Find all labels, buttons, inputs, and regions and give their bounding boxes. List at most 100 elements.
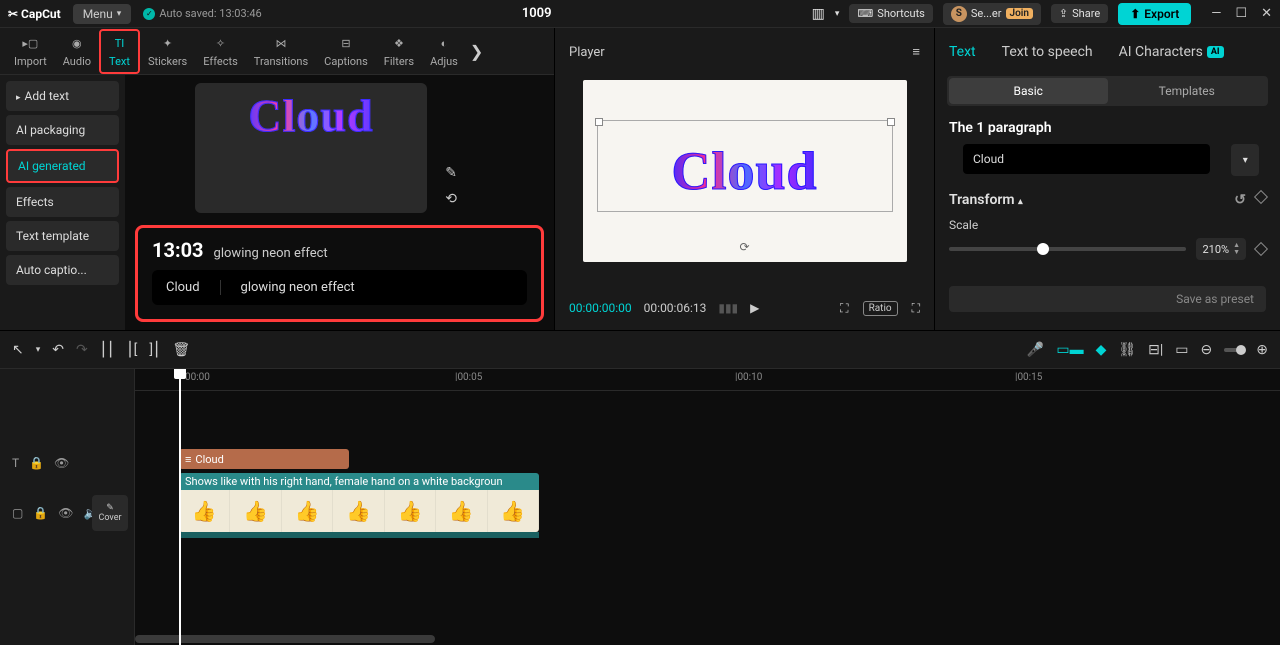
avatar: S <box>951 6 967 22</box>
transitions-icon: ⋈ <box>272 35 290 53</box>
sidebar-item-text-template[interactable]: Text template <box>6 221 119 251</box>
crop-icon[interactable]: ⛶ <box>840 301 848 316</box>
tab-adjust[interactable]: ◐Adjus <box>422 31 466 72</box>
sub-tab-basic[interactable]: Basic <box>949 78 1108 104</box>
tab-audio[interactable]: ◉Audio <box>55 31 99 72</box>
keyframe-icon[interactable] <box>1254 190 1268 204</box>
trim-right-icon[interactable]: ]⎮ <box>149 342 160 358</box>
zoom-slider[interactable] <box>1224 348 1244 352</box>
adjust-icon: ◐ <box>435 35 453 53</box>
video-track-icon: ▢ <box>12 506 23 520</box>
refresh-icon[interactable]: ⟲ <box>445 191 457 207</box>
selection-box[interactable] <box>597 120 893 212</box>
text-content-input[interactable] <box>963 144 1210 174</box>
gen-style-field[interactable]: glowing neon effect <box>220 280 355 295</box>
video-clip[interactable]: Shows like with his right hand, female h… <box>179 473 539 538</box>
inspector-tab-tts[interactable]: Text to speech <box>1002 44 1093 60</box>
timeline-tracks[interactable]: 00:00 |00:05 |00:10 |00:15 ≡ Cloud Shows… <box>135 369 1280 645</box>
maximize-icon[interactable]: ☐ <box>1235 6 1247 21</box>
preview-icon[interactable]: ▭ <box>1175 342 1188 358</box>
link-icon[interactable]: ⛓ <box>1118 342 1136 358</box>
video-clip-label: Shows like with his right hand, female h… <box>179 473 539 490</box>
menu-button[interactable]: Menu▾ <box>73 4 132 24</box>
play-button[interactable]: ▶ <box>750 301 759 315</box>
sidebar-item-effects[interactable]: Effects <box>6 187 119 217</box>
tool-tabs: ▸▢Import ◉Audio TIText ✦Stickers ✧Effect… <box>0 28 554 75</box>
layout-icon[interactable]: ▥ <box>812 6 825 22</box>
sub-tab-templates[interactable]: Templates <box>1108 78 1267 104</box>
sidebar-item-auto-captions[interactable]: Auto captio... <box>6 255 119 285</box>
zoom-in-icon[interactable]: ⊕ <box>1256 342 1268 358</box>
scale-slider[interactable] <box>949 247 1186 251</box>
paragraph-label: The 1 paragraph <box>935 106 1280 144</box>
fullscreen-icon[interactable]: ⛶ <box>912 301 920 316</box>
delete-icon[interactable]: 🗑 <box>172 342 190 358</box>
align-icon[interactable]: ⊟| <box>1148 342 1163 358</box>
scale-label: Scale <box>935 212 1280 232</box>
captions-icon: ⊟ <box>337 35 355 53</box>
redo-icon[interactable]: ↷ <box>76 342 88 358</box>
tab-effects[interactable]: ✧Effects <box>195 31 246 72</box>
split-icon[interactable]: ⎮⎮ <box>100 342 115 358</box>
close-icon[interactable]: ✕ <box>1261 6 1272 21</box>
cover-button[interactable]: ✎ Cover <box>92 495 128 531</box>
horizontal-scrollbar[interactable] <box>135 635 1280 643</box>
filters-icon: ❖ <box>390 35 408 53</box>
tab-transitions[interactable]: ⋈Transitions <box>246 31 316 72</box>
thumb-text: Cloud <box>248 89 373 142</box>
transform-heading[interactable]: Transform ▴ <box>949 192 1023 208</box>
trim-left-icon[interactable]: ⎮[ <box>126 342 137 358</box>
inspector-tab-ai-characters[interactable]: AI CharactersAI <box>1119 44 1224 60</box>
tab-import[interactable]: ▸▢Import <box>6 31 55 72</box>
video-thumbnails: 👍👍👍 👍👍👍👍 <box>179 490 539 532</box>
compare-icon[interactable]: ▮▮▮ <box>718 301 738 315</box>
tab-text[interactable]: TIText <box>99 29 140 74</box>
ai-badge-icon: AI <box>1207 46 1224 58</box>
text-dropdown-icon[interactable]: ▾ <box>1231 144 1259 176</box>
sidebar-item-add-text[interactable]: ▸Add text <box>6 81 119 111</box>
linkage-icon[interactable]: ◆ <box>1096 342 1107 358</box>
zoom-out-icon[interactable]: ⊖ <box>1201 342 1213 358</box>
eye-icon[interactable]: 👁 <box>58 506 73 520</box>
gen-text-field[interactable]: Cloud <box>166 280 200 295</box>
stickers-icon: ✦ <box>159 35 177 53</box>
timeline-ruler[interactable]: 00:00 |00:05 |00:10 |00:15 <box>135 369 1280 391</box>
sidebar-item-ai-packaging[interactable]: AI packaging <box>6 115 119 145</box>
reset-icon[interactable]: ↺ <box>1234 192 1246 208</box>
export-button[interactable]: ⬆ Export <box>1118 3 1191 25</box>
eye-icon[interactable]: 👁 <box>54 456 69 470</box>
undo-icon[interactable]: ↶ <box>52 342 64 358</box>
player-canvas[interactable]: Cloud ⟳ <box>583 80 907 262</box>
save-preset-button[interactable]: Save as preset <box>949 286 1266 312</box>
mic-icon[interactable]: 🎤 <box>1027 342 1044 358</box>
check-icon: ✓ <box>143 8 155 20</box>
share-button[interactable]: ⇪ Share <box>1051 4 1108 23</box>
minimize-icon[interactable]: — <box>1211 6 1221 21</box>
tab-stickers[interactable]: ✦Stickers <box>140 31 195 72</box>
edit-icon[interactable]: ✎ <box>445 165 457 181</box>
scale-value[interactable]: 210% ▲▼ <box>1196 238 1246 260</box>
pointer-tool-icon[interactable]: ↖ <box>12 342 24 358</box>
user-badge[interactable]: S Se...er Join <box>943 3 1041 25</box>
gen-inputs[interactable]: Cloud glowing neon effect <box>152 270 527 305</box>
shortcuts-button[interactable]: ⌨ Shortcuts <box>849 4 932 23</box>
generated-asset-thumb[interactable]: Cloud ✎ ⟲ <box>195 83 427 213</box>
scale-keyframe-icon[interactable] <box>1254 242 1268 256</box>
playhead[interactable] <box>179 369 181 645</box>
magnet-on-icon[interactable]: ▭▬ <box>1056 341 1083 358</box>
scale-stepper[interactable]: ▲▼ <box>1233 242 1240 256</box>
inspector-tab-text[interactable]: Text <box>949 44 976 60</box>
more-tabs-icon[interactable]: ❯ <box>466 42 487 61</box>
text-icon: TI <box>110 35 128 53</box>
rotate-handle-icon[interactable]: ⟳ <box>739 240 749 254</box>
player-menu-icon[interactable]: ≡ <box>912 44 920 60</box>
text-clip[interactable]: ≡ Cloud <box>179 449 349 469</box>
sidebar-item-ai-generated[interactable]: AI generated <box>6 149 119 183</box>
lock-icon[interactable]: 🔒 <box>33 506 48 520</box>
asset-area: Cloud ✎ ⟲ 13:03 glowing neon effect Clou… <box>125 75 554 330</box>
lock-icon[interactable]: 🔒 <box>29 456 44 470</box>
tab-captions[interactable]: ⊟Captions <box>316 31 376 72</box>
ratio-button[interactable]: Ratio <box>863 301 898 316</box>
tab-filters[interactable]: ❖Filters <box>376 31 422 72</box>
titlebar: ✂ CapCut Menu▾ ✓ Auto saved: 13:03:46 10… <box>0 0 1280 28</box>
